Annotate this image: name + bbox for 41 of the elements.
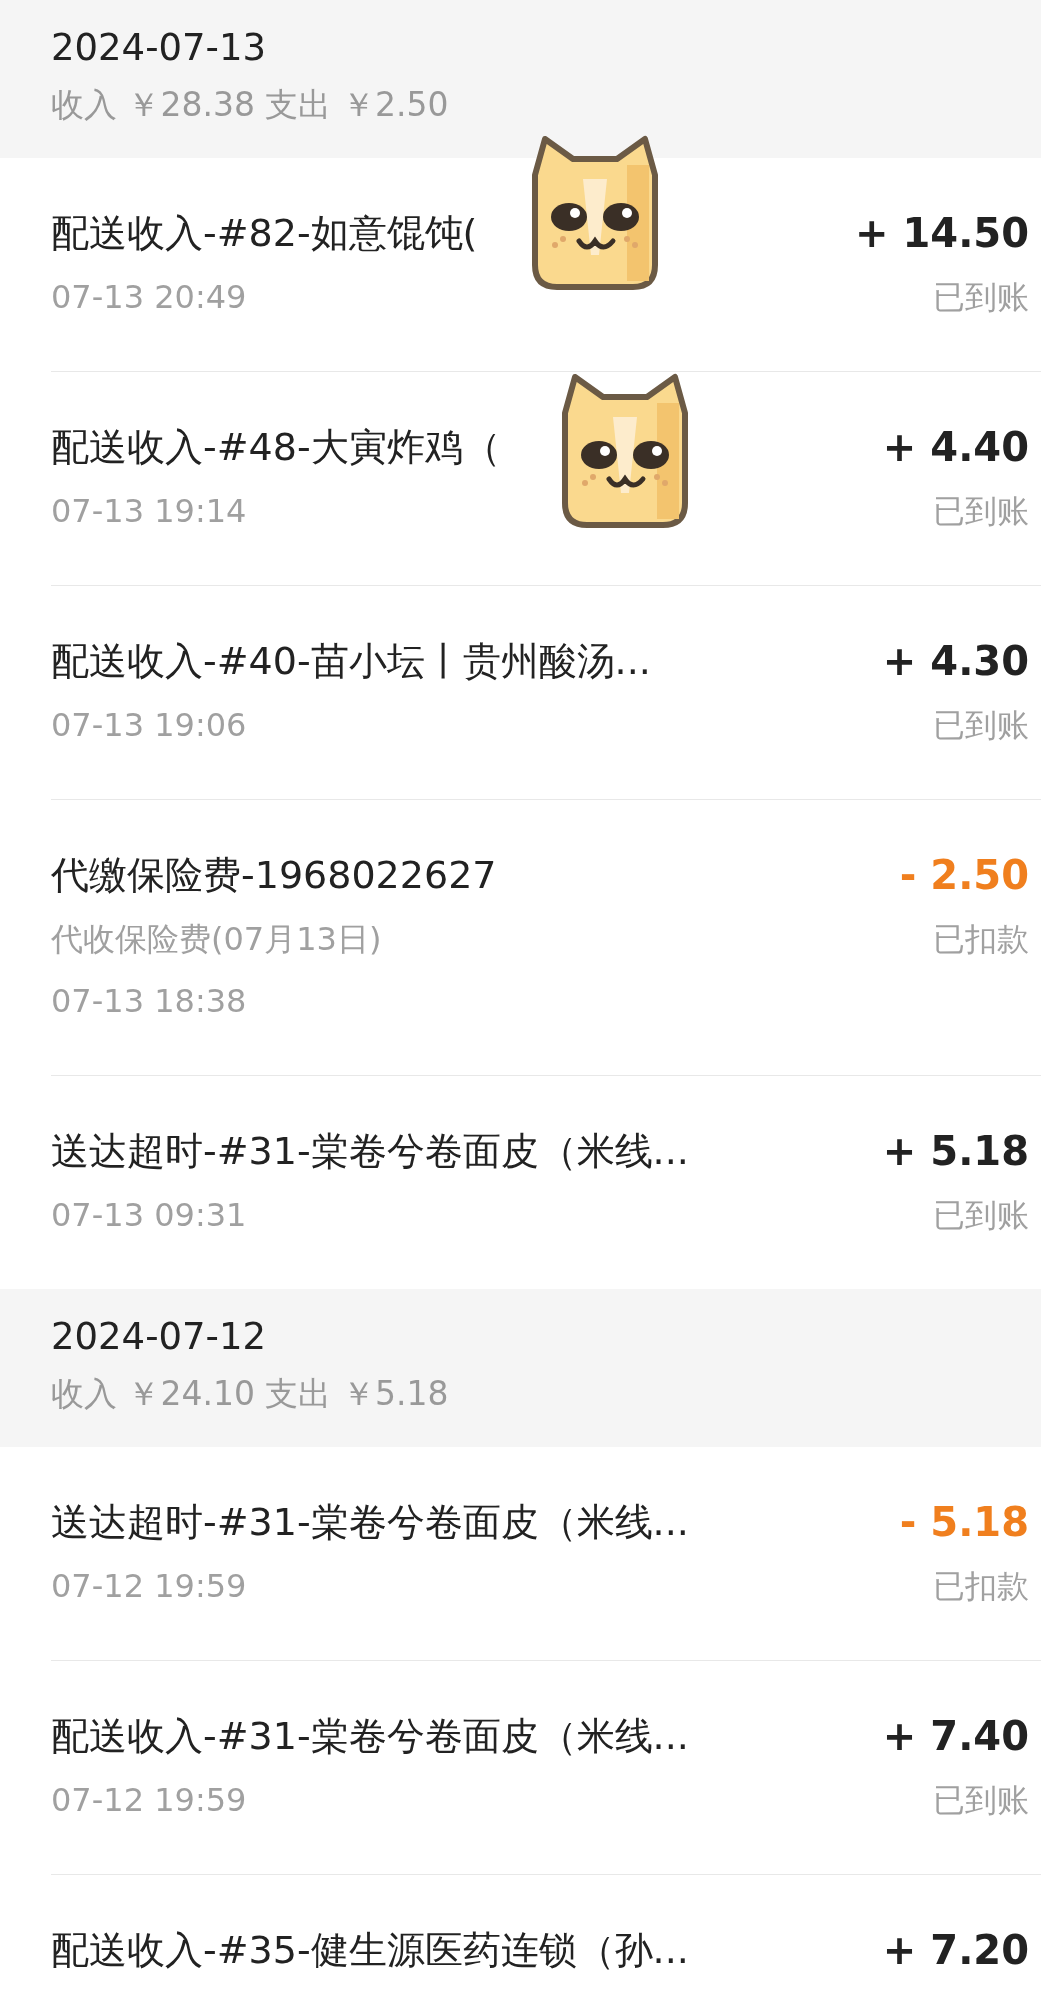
transaction-status: 已扣款: [933, 919, 1029, 960]
transaction-time: 07-13 19:06: [51, 705, 248, 746]
transaction-time: 07-12 19:59: [51, 1566, 248, 1607]
transaction-row[interactable]: 配送收入-#40-苗小坛丨贵州酸汤... 07-13 19:06 + 4.30 已到账: [51, 585, 1041, 799]
transaction-amount: + 7.20: [882, 1926, 1029, 1975]
transaction-time: 07-13 09:31: [51, 1195, 248, 1236]
transaction-row[interactable]: 配送收入-#31-棠卷兮卷面皮（米线... 07-12 19:59 + 7.40 已到账: [51, 1660, 1041, 1874]
transaction-amount: + 7.40: [882, 1712, 1029, 1761]
transaction-title: 配送收入-#31-棠卷兮卷面皮（米线...: [51, 1713, 689, 1760]
transaction-title: 配送收入-#35-健生源医药连锁（孙...: [51, 1927, 689, 1974]
date-label: 2024-07-12: [51, 1314, 268, 1360]
transaction-time: 07-12 19:59: [51, 1780, 248, 1821]
transaction-status: 已到账: [933, 1780, 1029, 1821]
transaction-row[interactable]: 代缴保险费-1968022627 代收保险费(07月13日) 07-13 18:38 - 2.50 已扣款: [51, 799, 1041, 1075]
transaction-row[interactable]: 送达超时-#31-棠卷兮卷面皮（米线... 07-12 19:59 - 5.18 已扣款: [51, 1447, 1041, 1660]
transaction-title: 代缴保险费-1968022627: [51, 852, 497, 899]
transaction-title: 配送收入-#40-苗小坛丨贵州酸汤...: [51, 638, 651, 685]
transaction-row[interactable]: 配送收入-#35-健生源医药连锁（孙... + 7.20: [51, 1874, 1041, 2004]
transaction-title: 配送收入-#82-如意馄饨(: [51, 210, 478, 257]
transaction-title: 配送收入-#48-大寅炸鸡（: [51, 424, 501, 471]
transaction-amount: + 14.50: [855, 209, 1029, 258]
transaction-amount: + 4.30: [882, 637, 1029, 686]
transaction-time: 07-13 19:14: [51, 491, 248, 532]
transaction-amount: - 5.18: [899, 1498, 1029, 1547]
transaction-title: 送达超时-#31-棠卷兮卷面皮（米线...: [51, 1499, 689, 1546]
transaction-row[interactable]: 配送收入-#82-如意馄饨( 07-13 20:49 + 14.50 已到账: [51, 158, 1041, 371]
transaction-amount: - 2.50: [899, 851, 1029, 900]
day-summary: 收入 ￥24.10 支出 ￥5.18: [51, 1373, 450, 1415]
day-summary: 收入 ￥28.38 支出 ￥2.50: [51, 84, 450, 126]
transaction-status: 已到账: [933, 491, 1029, 532]
date-label: 2024-07-13: [51, 25, 268, 71]
transaction-status: 已到账: [933, 1195, 1029, 1236]
transaction-time: 07-13 20:49: [51, 277, 248, 318]
transaction-status: 已到账: [933, 277, 1029, 318]
transaction-status: 已到账: [933, 705, 1029, 746]
transaction-amount: + 4.40: [882, 423, 1029, 472]
transaction-amount: + 5.18: [882, 1127, 1029, 1176]
transaction-note: 代收保险费(07月13日): [51, 919, 383, 960]
transaction-title: 送达超时-#31-棠卷兮卷面皮（米线...: [51, 1128, 689, 1175]
transaction-time: 07-13 18:38: [51, 981, 248, 1022]
transaction-status: 已扣款: [933, 1566, 1029, 1607]
